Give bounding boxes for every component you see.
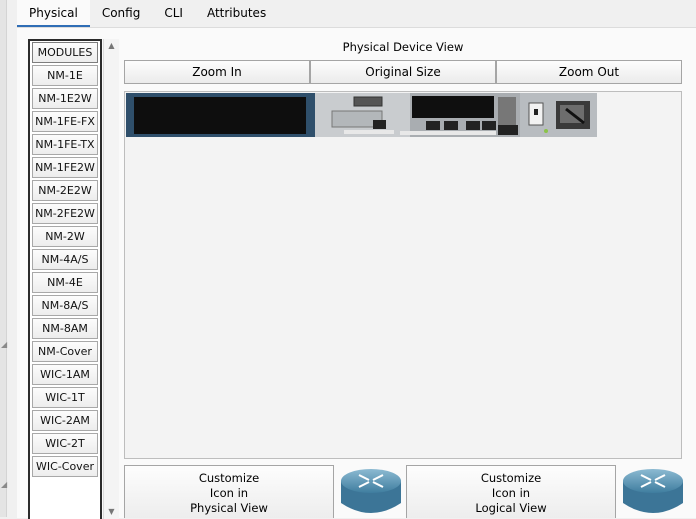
customize-logical-icon-button[interactable]: Customize Icon in Logical View — [406, 465, 616, 518]
tab-attributes[interactable]: Attributes — [194, 0, 279, 27]
module-item[interactable]: WIC-2T — [32, 433, 98, 454]
module-item[interactable]: NM-8AM — [32, 318, 98, 339]
left-edge-strip: ◢ ◢ — [0, 0, 7, 517]
module-item[interactable]: NM-1E2W — [32, 88, 98, 109]
physical-panel: MODULES NM-1E NM-1E2W NM-1FE-FX NM-1FE-T… — [17, 27, 696, 519]
chevron-up-icon[interactable]: ▲ — [104, 39, 119, 53]
original-size-button[interactable]: Original Size — [310, 60, 496, 84]
customize-physical-label: Icon in — [209, 486, 249, 500]
module-item[interactable]: NM-2W — [32, 226, 98, 247]
router-icon — [623, 469, 683, 513]
device-view-title: Physical Device View — [342, 40, 464, 54]
module-item[interactable]: WIC-2AM — [32, 410, 98, 431]
customize-logical-label: Icon in — [491, 486, 531, 500]
module-item[interactable]: NM-2E2W — [32, 180, 98, 201]
module-list-scrollbar[interactable]: ▲ ▼ — [103, 39, 119, 519]
tab-bar: Physical Config CLI Attributes — [17, 0, 279, 27]
device-viewport — [124, 91, 682, 459]
zoom-out-button[interactable]: Zoom Out — [496, 60, 682, 84]
customize-physical-icon-button[interactable]: Customize Icon in Physical View — [124, 465, 334, 518]
router-chassis-image[interactable] — [126, 93, 597, 137]
module-item[interactable]: NM-1FE2W — [32, 157, 98, 178]
module-item[interactable]: NM-1FE-TX — [32, 134, 98, 155]
module-item[interactable]: NM-1FE-FX — [32, 111, 98, 132]
module-item[interactable]: NM-4E — [32, 272, 98, 293]
customize-physical-label: Physical View — [190, 501, 268, 515]
module-item[interactable]: WIC-Cover — [32, 456, 98, 477]
router-icon — [341, 469, 401, 513]
module-item[interactable]: WIC-1AM — [32, 364, 98, 385]
tab-cli[interactable]: CLI — [152, 0, 195, 27]
collapse-marker-icon: ◢ — [1, 480, 8, 489]
module-item[interactable]: NM-2FE2W — [32, 203, 98, 224]
tab-physical[interactable]: Physical — [17, 0, 90, 27]
module-item[interactable]: NM-8A/S — [32, 295, 98, 316]
module-item[interactable]: WIC-1T — [32, 387, 98, 408]
customize-logical-label: Logical View — [475, 501, 547, 515]
module-list: MODULES NM-1E NM-1E2W NM-1FE-FX NM-1FE-T… — [28, 39, 102, 519]
module-item[interactable]: NM-Cover — [32, 341, 98, 362]
customize-logical-label: Customize — [480, 471, 542, 485]
customize-physical-label: Customize — [198, 471, 260, 485]
collapse-marker-icon: ◢ — [1, 340, 8, 349]
tab-config[interactable]: Config — [89, 0, 153, 27]
modules-header-button[interactable]: MODULES — [32, 42, 98, 63]
module-item[interactable]: NM-4A/S — [32, 249, 98, 270]
module-item[interactable]: NM-1E — [32, 65, 98, 86]
zoom-in-button[interactable]: Zoom In — [124, 60, 310, 84]
